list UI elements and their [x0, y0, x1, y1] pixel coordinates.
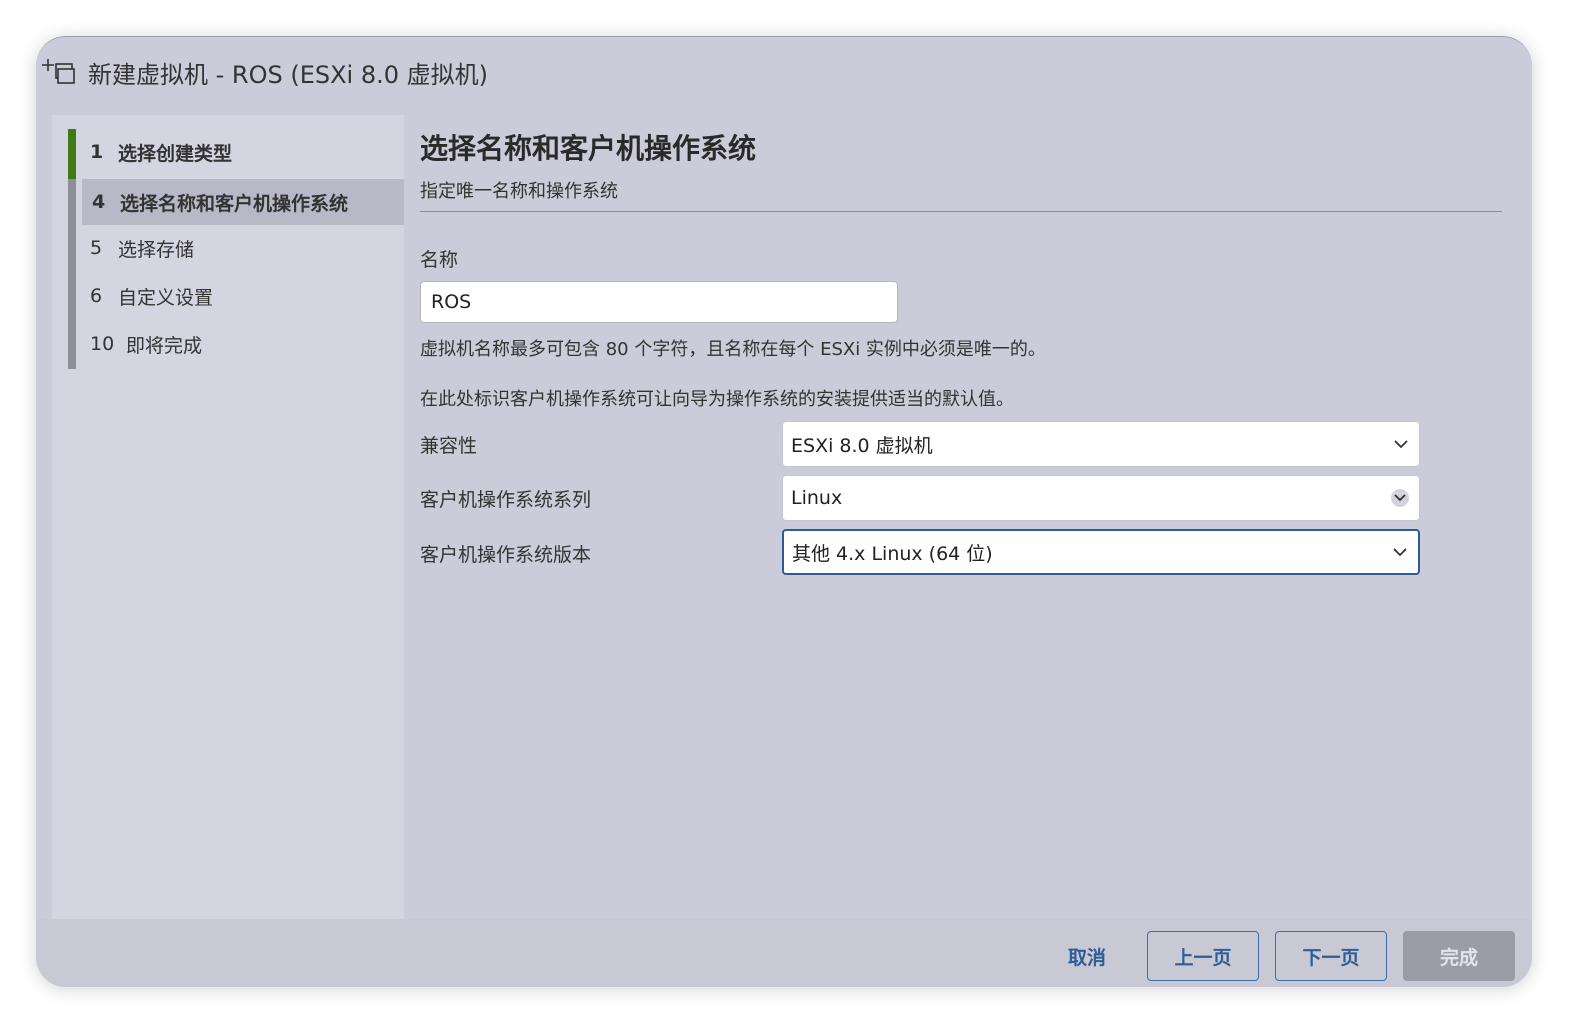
compatibility-label: 兼容性: [420, 435, 478, 457]
new-vm-dialog: 新建虚拟机 - ROS (ESXi 8.0 虚拟机) 1 选择创建类型 4 选择…: [36, 36, 1532, 987]
step-number: 5: [90, 237, 103, 259]
step-label: 自定义设置: [118, 286, 214, 309]
guest-os-version-select[interactable]: 其他 4.x Linux (64 位): [782, 529, 1420, 575]
guest-os-family-label: 客户机操作系统系列: [420, 489, 592, 511]
step-label: 选择创建类型: [118, 142, 233, 165]
step-number: 10: [90, 333, 115, 355]
step-select-creation-type[interactable]: 1 选择创建类型: [76, 129, 404, 175]
vm-name-input[interactable]: [420, 281, 898, 323]
step-ready-to-complete[interactable]: 10 即将完成: [76, 321, 404, 367]
dialog-footer: 取消 上一页 下一页 完成: [36, 919, 1532, 987]
guest-os-family-value: Linux: [791, 487, 843, 509]
name-label: 名称: [420, 249, 459, 271]
compatibility-value: ESXi 8.0 虚拟机: [791, 434, 933, 457]
new-vm-icon: [42, 57, 76, 87]
chevron-down-icon: [1393, 436, 1409, 452]
guest-os-version-label: 客户机操作系统版本: [420, 544, 592, 566]
os-hint: 在此处标识客户机操作系统可让向导为操作系统的安装提供适当的默认值。: [420, 389, 1014, 410]
step-number: 4: [92, 191, 106, 213]
step-completed-indicator: [68, 129, 76, 179]
page-subtitle: 指定唯一名称和操作系统: [420, 181, 618, 202]
dialog-title: 新建虚拟机 - ROS (ESXi 8.0 虚拟机): [88, 61, 489, 89]
compatibility-select[interactable]: ESXi 8.0 虚拟机: [782, 421, 1420, 467]
wizard-steps: 1 选择创建类型 4 选择名称和客户机操作系统 5 选择存储 6 自定义设置 1…: [52, 115, 404, 919]
cancel-button[interactable]: 取消: [1042, 931, 1132, 981]
guest-os-version-value: 其他 4.x Linux (64 位): [792, 542, 993, 565]
guest-os-family-select[interactable]: Linux: [782, 475, 1420, 521]
header-divider: [420, 211, 1502, 212]
step-select-storage[interactable]: 5 选择存储: [76, 225, 404, 271]
step-label: 即将完成: [126, 334, 203, 357]
step-number: 1: [90, 141, 104, 163]
step-select-name-and-os[interactable]: 4 选择名称和客户机操作系统: [82, 179, 404, 225]
name-hint: 虚拟机名称最多可包含 80 个字符，且名称在每个 ESXi 实例中必须是唯一的。: [420, 339, 1046, 360]
page-title: 选择名称和客户机操作系统: [420, 132, 757, 165]
chevron-down-icon: [1391, 489, 1409, 507]
finish-button[interactable]: 完成: [1403, 931, 1515, 981]
wizard-content: 选择名称和客户机操作系统 指定唯一名称和操作系统 名称 虚拟机名称最多可包含 8…: [420, 115, 1520, 919]
back-button[interactable]: 上一页: [1147, 931, 1259, 981]
chevron-down-icon: [1392, 544, 1408, 560]
step-customize-settings[interactable]: 6 自定义设置: [76, 273, 404, 319]
next-button[interactable]: 下一页: [1275, 931, 1387, 981]
step-label: 选择存储: [118, 238, 195, 261]
step-label: 选择名称和客户机操作系统: [120, 192, 349, 215]
step-number: 6: [90, 285, 103, 307]
dialog-titlebar: 新建虚拟机 - ROS (ESXi 8.0 虚拟机): [36, 37, 1532, 113]
